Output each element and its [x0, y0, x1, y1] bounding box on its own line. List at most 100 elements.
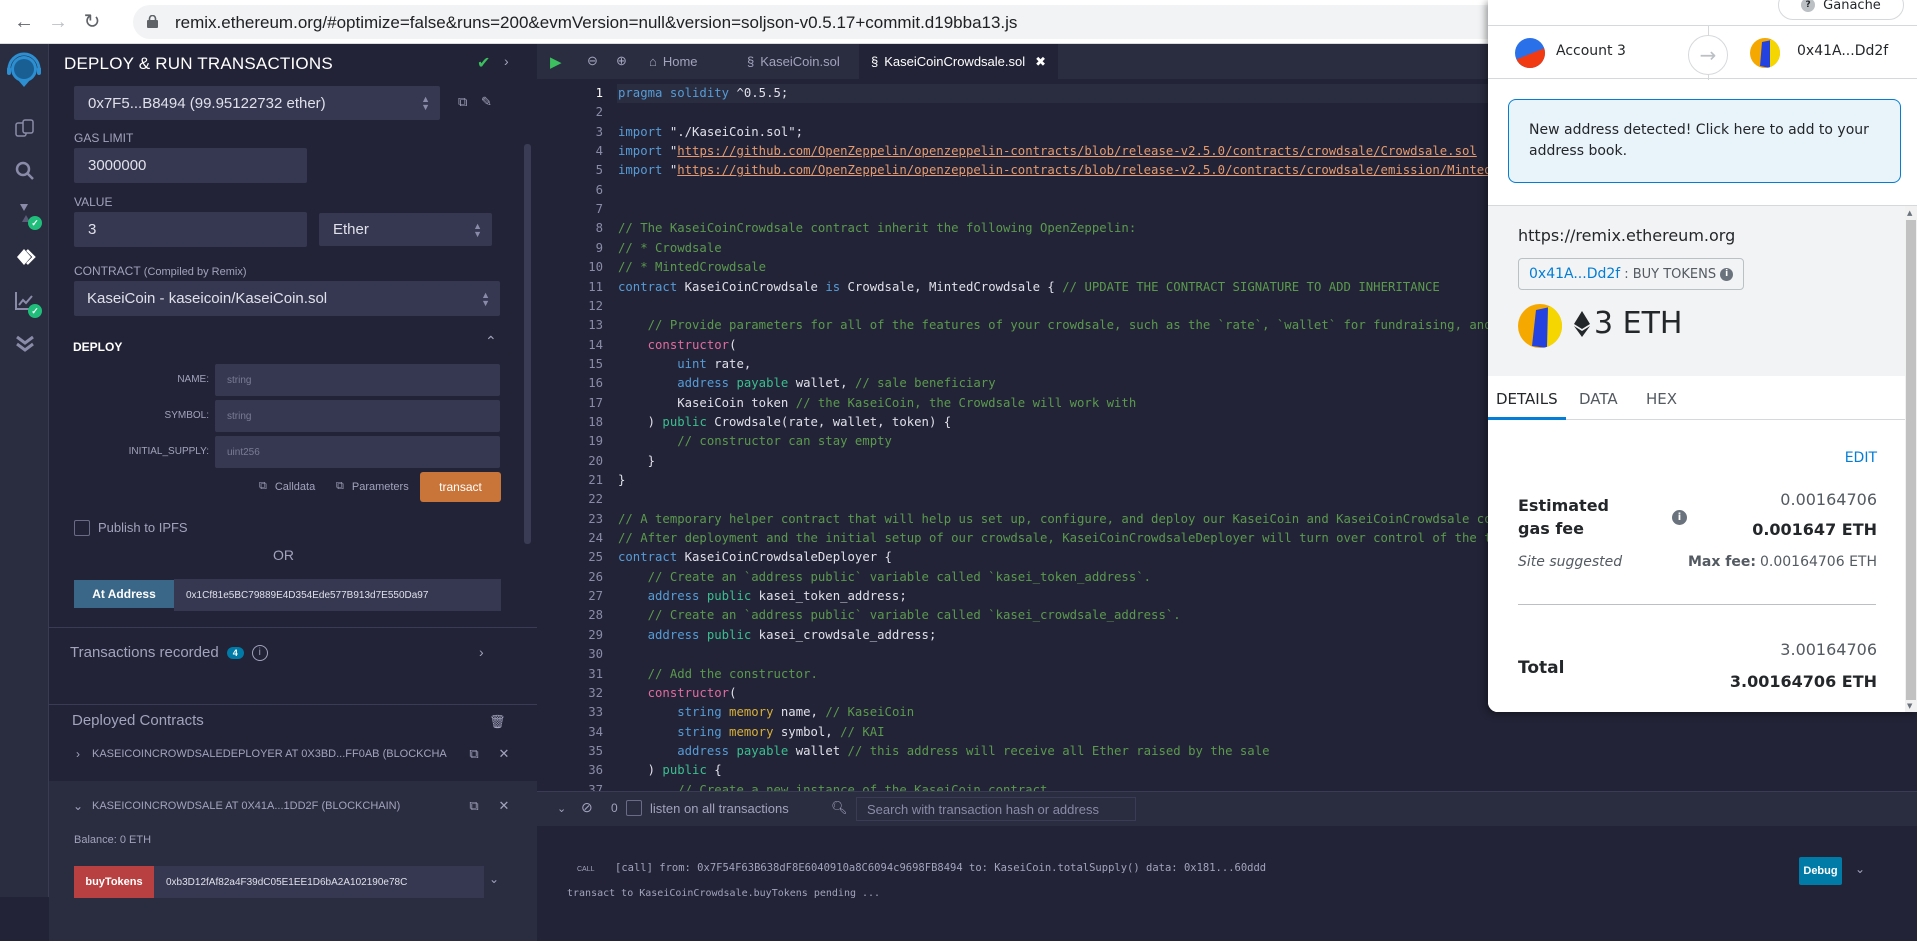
- gas-limit-input[interactable]: 3000000: [74, 148, 307, 183]
- solidity-compiler-button[interactable]: ✓: [8, 196, 42, 230]
- analysis-button[interactable]: ✓: [8, 284, 42, 318]
- deployed-contract-item[interactable]: › KASEICOINCROWDSALEDEPLOYER AT 0X3BD...…: [64, 734, 519, 774]
- run-icon[interactable]: ▶: [550, 53, 562, 71]
- back-button[interactable]: ←: [10, 8, 38, 36]
- info-icon[interactable]: i: [251, 644, 268, 661]
- chevron-down-icon[interactable]: ⌄: [64, 799, 92, 813]
- copy-icon[interactable]: ⧉: [459, 746, 489, 762]
- reload-button[interactable]: ↻: [78, 8, 106, 36]
- value-input[interactable]: 3: [74, 212, 307, 247]
- divider: [49, 704, 537, 705]
- publish-ipfs-checkbox[interactable]: [74, 520, 90, 536]
- code-line[interactable]: 35 address payable wallet // this addres…: [537, 742, 1917, 761]
- line-number: 3: [595, 124, 603, 139]
- info-icon[interactable]: i: [1720, 267, 1734, 281]
- buy-tokens-button[interactable]: buyTokens: [74, 866, 154, 898]
- debug-button[interactable]: Debug: [1799, 857, 1842, 885]
- line-number: 2: [595, 105, 603, 120]
- deploy-run-button[interactable]: [8, 240, 42, 274]
- address-bar[interactable]: remix.ethereum.org/#optimize=false&runs=…: [133, 5, 1533, 39]
- file-explorer-button[interactable]: [8, 112, 42, 146]
- code-token: name,: [773, 705, 826, 720]
- chevron-right-icon[interactable]: ›: [64, 747, 92, 761]
- deployed-contract-item[interactable]: ⌄ KASEICOINCROWDSALE AT 0X41A...1DD2F (B…: [64, 786, 519, 826]
- scroll-down-icon[interactable]: ▼: [1907, 702, 1912, 710]
- close-icon[interactable]: ✕: [489, 798, 519, 814]
- chevron-right-icon[interactable]: ›: [504, 53, 509, 69]
- zoom-in-icon[interactable]: ⊕: [616, 53, 627, 69]
- listen-checkbox[interactable]: [626, 800, 642, 816]
- code-line[interactable]: 34 string memory symbol, // KAI: [537, 723, 1917, 742]
- code-token: (: [729, 685, 737, 700]
- contract-address-link[interactable]: 0x41A...Dd2f: [1529, 266, 1620, 282]
- home-icon: ⌂: [649, 54, 657, 69]
- chevron-down-icon[interactable]: ⌄: [489, 872, 499, 886]
- code-token: ": [662, 163, 678, 178]
- chevron-right-icon[interactable]: ›: [479, 644, 484, 660]
- line-number: 36: [588, 763, 603, 778]
- contract-value: KaseiCoin - kaseicoin/KaseiCoin.sol: [87, 290, 328, 307]
- name-input[interactable]: string: [215, 364, 500, 396]
- forward-button[interactable]: →: [44, 8, 72, 36]
- tab-kaseicoin[interactable]: § KaseiCoin.sol: [735, 44, 852, 79]
- transactions-recorded[interactable]: Transactions recorded 4 i: [70, 644, 268, 661]
- transaction-search-input[interactable]: Search with transaction hash or address: [856, 797, 1136, 821]
- line-number: 37: [588, 782, 603, 791]
- zoom-out-icon[interactable]: ⊖: [587, 53, 598, 69]
- calldata-button[interactable]: ⧉ Calldata: [259, 480, 315, 493]
- code-line[interactable]: 36 ) public {: [537, 761, 1917, 780]
- testing-button[interactable]: [8, 326, 42, 360]
- scroll-thumb[interactable]: [1906, 220, 1916, 700]
- deployed-contract-name: KASEICOINCROWDSALE AT 0X41A...1DD2F (BLO…: [92, 800, 401, 812]
- code-token: contract: [618, 550, 678, 565]
- deployed-contract-name: KASEICOINCROWDSALEDEPLOYER AT 0X3BD...FF…: [92, 748, 447, 760]
- chevron-up-icon[interactable]: ⌃: [485, 333, 497, 350]
- info-icon[interactable]: i: [1672, 510, 1687, 525]
- account-value: 0x7F5...B8494 (99.95122732 ether): [88, 94, 326, 112]
- tab-details[interactable]: DETAILS: [1496, 390, 1558, 408]
- search-button[interactable]: [8, 154, 42, 188]
- value-label: VALUE: [74, 195, 113, 209]
- close-tab-icon[interactable]: ✖: [1035, 54, 1046, 70]
- tab-kaseicoin-crowdsale[interactable]: § KaseiCoinCrowdsale.sol ✖: [859, 44, 1059, 79]
- buy-tokens-input[interactable]: 0xb3D12fAf82a4F39dC05E1EE1D6bA2A102190e7…: [154, 866, 484, 898]
- code-token: // UPDATE THE CONTRACT SIGNATURE TO ADD …: [1062, 279, 1440, 294]
- collapse-icon[interactable]: ⌄: [557, 802, 566, 815]
- code-text: }: [618, 452, 655, 471]
- close-icon[interactable]: ✕: [489, 746, 519, 762]
- panel-scrollbar[interactable]: [524, 144, 531, 544]
- at-address-button[interactable]: At Address: [74, 580, 174, 608]
- popup-scrollbar[interactable]: ▲ ▼: [1905, 206, 1917, 712]
- code-line[interactable]: 37 // Create a new instance of the Kasei…: [537, 781, 1917, 791]
- copy-icon[interactable]: ⧉: [459, 798, 489, 814]
- account-select[interactable]: 0x7F5...B8494 (99.95122732 ether) ▲ ▼: [74, 86, 440, 120]
- new-address-notice[interactable]: New address detected! Click here to add …: [1508, 99, 1901, 183]
- initial-supply-input[interactable]: uint256: [215, 436, 500, 468]
- code-token[interactable]: https://github.com/OpenZeppelin/openzepp…: [677, 144, 1477, 158]
- symbol-input[interactable]: string: [215, 400, 500, 432]
- call-log-line[interactable]: [call] from: 0x7F54F63B638dF8E6040910a8C…: [615, 862, 1266, 874]
- copy-icon[interactable]: ⧉: [458, 94, 467, 110]
- line-number: 17: [588, 395, 603, 410]
- parameters-button[interactable]: ⧉ Parameters: [336, 480, 409, 493]
- remix-logo[interactable]: [4, 52, 44, 92]
- transact-button[interactable]: transact: [420, 472, 501, 502]
- network-selector[interactable]: ? Ganache: [1778, 0, 1904, 20]
- contract-label: CONTRACT (Compiled by Remix): [74, 264, 247, 278]
- code-token[interactable]: https://github.com/OpenZeppelin/openzepp…: [677, 163, 1588, 177]
- value-unit-select[interactable]: Ether ▲ ▼: [319, 213, 492, 246]
- chevron-down-icon[interactable]: ⌄: [1855, 862, 1865, 876]
- line-number: 29: [588, 627, 603, 642]
- edit-gas-button[interactable]: EDIT: [1845, 450, 1877, 466]
- tab-data[interactable]: DATA: [1579, 390, 1618, 408]
- code-token: // Create an `address public` variable c…: [618, 569, 1152, 584]
- analysis-check-icon: ✓: [28, 304, 42, 318]
- tab-hex[interactable]: HEX: [1646, 390, 1677, 408]
- contract-select[interactable]: KaseiCoin - kaseicoin/KaseiCoin.sol ▲ ▼: [74, 281, 500, 316]
- scroll-up-icon[interactable]: ▲: [1907, 209, 1912, 217]
- tab-home[interactable]: ⌂ Home: [637, 44, 710, 79]
- edit-icon[interactable]: ✎: [481, 94, 492, 110]
- trash-icon[interactable]: 🗑: [489, 714, 506, 730]
- clear-icon[interactable]: ⊘: [581, 799, 593, 816]
- at-address-input[interactable]: 0x1Cf81e5BC79889E4D354Ede577B913d7E550Da…: [174, 579, 501, 611]
